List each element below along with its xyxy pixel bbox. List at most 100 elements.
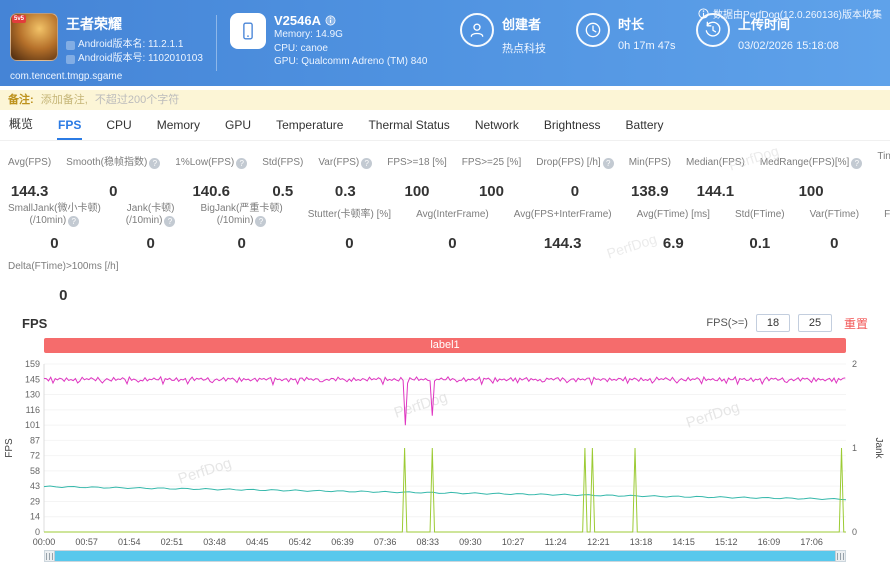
stat-label: Avg(FTime) [ms]: [636, 209, 710, 220]
game-package: com.tencent.tmgp.sgame: [10, 71, 123, 82]
stat-avg-fps: Avg(FPS) 144.3: [8, 151, 51, 200]
watermark: PerfDog: [684, 399, 742, 432]
y-right-axis-title: Jank: [873, 437, 884, 459]
y-left-tick: 145: [25, 374, 40, 384]
scrollbar-right-handle[interactable]: [835, 551, 845, 561]
stat-value: 0: [146, 235, 155, 252]
tab-thermal-status[interactable]: Thermal Status: [367, 118, 450, 140]
creator-value: 热点科技: [502, 43, 546, 55]
android-icon: [66, 54, 75, 64]
reset-button[interactable]: 重置: [844, 315, 868, 332]
tab-cpu[interactable]: CPU: [105, 118, 132, 140]
stat-label: Median(FPS): [685, 157, 745, 168]
tab-gpu[interactable]: GPU: [224, 118, 252, 140]
x-tick: 03:48: [203, 537, 226, 547]
x-tick: 11:24: [545, 537, 567, 547]
stat-label: Std(FTime): [734, 209, 785, 220]
device-info-icon[interactable]: [325, 15, 336, 26]
device-block: V2546A Memory: 14.9G CPU: canoe GPU: Qua…: [230, 13, 454, 69]
device-cpu: CPU: canoe: [274, 42, 328, 54]
y-left-tick: 130: [25, 390, 40, 400]
fps-threshold-input-2[interactable]: [797, 314, 832, 332]
creator-label: 创建者: [502, 17, 542, 32]
help-icon[interactable]: ?: [164, 215, 176, 227]
y-left-tick: 43: [30, 481, 40, 491]
help-icon[interactable]: ?: [851, 157, 863, 169]
stat-value: 0: [448, 235, 457, 252]
help-icon[interactable]: ?: [255, 215, 267, 227]
stat-label: (/10min)?: [217, 215, 267, 227]
fps-threshold-input-1[interactable]: [755, 314, 790, 332]
tab-fps[interactable]: FPS: [57, 118, 83, 140]
y-left-tick: 14: [30, 512, 40, 522]
x-tick: 16:09: [758, 537, 781, 547]
tab-network[interactable]: Network: [474, 118, 520, 140]
stat-avg-interframe: Avg(InterFrame) 0: [416, 203, 489, 252]
stat-label: Stutter(卡顿率) [%]: [307, 209, 392, 220]
fps-threshold-label: FPS(>=): [706, 317, 748, 329]
tab-temperature[interactable]: Temperature: [275, 118, 344, 140]
tab-memory[interactable]: Memory: [156, 118, 201, 140]
y-left-tick: 58: [30, 466, 40, 476]
stat-label: FPS>=25 [%]: [461, 157, 522, 168]
x-tick: 15:12: [715, 537, 738, 547]
phone-icon: [230, 13, 266, 49]
stat-label: Avg(InterFrame): [416, 209, 489, 220]
stat-label: Min(FPS): [628, 157, 671, 168]
chart-legend-banner[interactable]: label1: [44, 338, 846, 353]
x-tick: 09:30: [459, 537, 482, 547]
add-note-link[interactable]: 添加备注,: [41, 94, 88, 106]
help-icon[interactable]: ?: [361, 157, 373, 169]
stat-value: 0: [237, 235, 246, 252]
stat-stutter-卡顿率-%: Stutter(卡顿率) [%] 0: [308, 203, 391, 252]
y-right-tick: 2: [852, 359, 857, 369]
chart-scrollbar[interactable]: [44, 550, 846, 562]
stat-bigjank-严重卡顿: BigJank(严重卡顿) (/10min)? 0: [200, 203, 282, 252]
scrollbar-left-handle[interactable]: [45, 551, 55, 561]
metric-tabs: 概览 FPS CPU Memory GPU Temperature Thermal Stat…: [0, 110, 890, 141]
x-tick: 00:57: [75, 537, 98, 547]
help-icon[interactable]: ?: [149, 157, 161, 169]
tab-概览[interactable]: 概览: [8, 115, 34, 140]
stat-label: Jank(卡顿): [126, 203, 175, 214]
y-left-tick: 87: [30, 435, 40, 445]
watermark: PerfDog: [176, 455, 234, 488]
stat-tinyjank-轻微卡顿: TinyJank(轻微卡顿)(/10min)?2.8: [877, 151, 890, 200]
note-bar: 备注: 添加备注, 不超过200个字符: [0, 90, 890, 110]
stat-value: 0: [109, 183, 118, 200]
stat-ftime-100ms-%: FTime>=100ms [%] 0: [884, 203, 890, 252]
stat-value: 0: [50, 235, 59, 252]
stat-label: 1%Low(FPS)?: [175, 157, 248, 169]
help-icon[interactable]: ?: [602, 157, 614, 169]
stat-jank-卡顿: Jank(卡顿) (/10min)? 0: [126, 203, 176, 252]
help-icon[interactable]: ?: [236, 157, 248, 169]
android-version-name: Android版本名: 11.2.1.1: [66, 38, 214, 52]
x-tick: 01:54: [118, 537, 141, 547]
x-tick: 10:27: [502, 537, 525, 547]
stat-value: 100: [798, 183, 824, 200]
device-meta: V2546A Memory: 14.9G CPU: canoe GPU: Qua…: [274, 13, 427, 69]
clock-icon: [576, 13, 610, 47]
help-icon[interactable]: ?: [68, 215, 80, 227]
stat-label: FPS>=18 [%]: [387, 157, 447, 168]
stats-row-1: Avg(FPS) 144.3 Smooth(稳帧指数)? 0 1%Low(FPS)? 14…: [8, 151, 890, 200]
x-tick: 02:51: [161, 537, 184, 547]
stat-delta-ftime-100ms-h: Delta(FTime)>100ms [/h] 0: [8, 255, 119, 304]
stat-label: (/10min)?: [126, 215, 176, 227]
stat-value: 0.1: [749, 235, 771, 252]
stat-value: 0: [884, 235, 890, 252]
tab-brightness[interactable]: Brightness: [543, 118, 602, 140]
stat-fps-25-%: FPS>=25 [%] 100: [462, 151, 521, 200]
stat-value: 100: [404, 183, 430, 200]
tab-battery[interactable]: Battery: [625, 118, 665, 140]
x-tick: 06:39: [331, 537, 354, 547]
stat-value: 138.9: [631, 183, 669, 200]
android-icon: [66, 40, 75, 50]
stat-value: 144.3: [543, 235, 582, 252]
stat-value: 100: [478, 183, 504, 200]
stat-std-ftime: Std(FTime) 0.1: [735, 203, 785, 252]
scrollbar-range[interactable]: [55, 551, 835, 561]
x-tick: 12:21: [587, 537, 610, 547]
stat-value: 0: [570, 183, 580, 200]
stat-label: Smooth(稳帧指数)?: [66, 157, 161, 169]
